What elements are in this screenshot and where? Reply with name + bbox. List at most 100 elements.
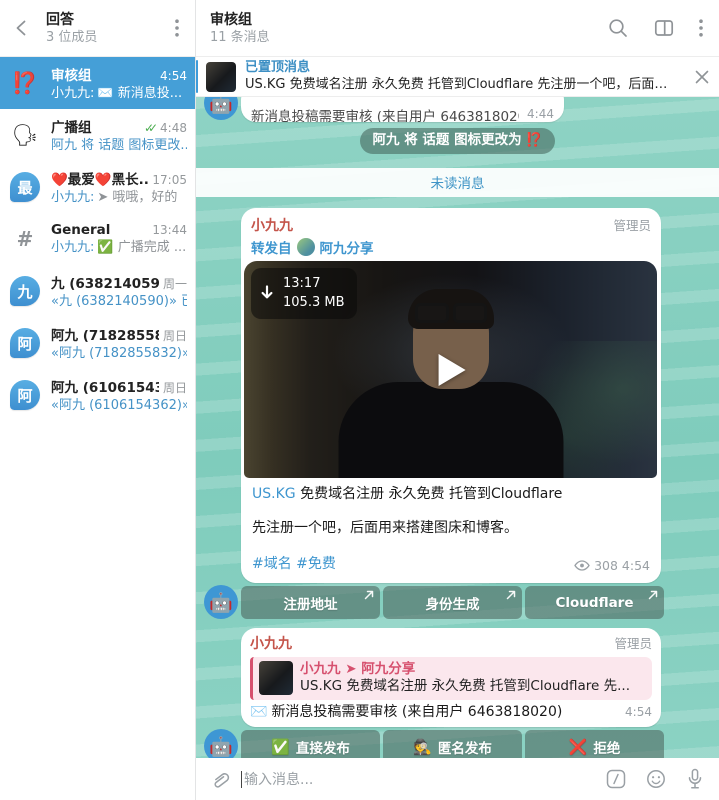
cross-emoji: ❌ [568,737,588,756]
topic-time: 13:44 [152,222,187,237]
avatar[interactable]: 🤖 [204,585,238,619]
video-person-silhouette [338,382,563,478]
sidebar-header: 回答 3 位成员 [0,0,195,57]
chat-header: 审核组 11 条消息 [196,0,719,57]
views-eye-icon [574,560,590,571]
external-link-icon [648,590,658,600]
chat-title: 审核组 [210,11,252,28]
message-bubble: 小九九 管理员 转发自 阿九分享 13:17 105.3 MB US.KG 免费… [241,208,661,583]
avatar[interactable]: 🤖 [204,97,238,120]
sender-name[interactable]: 小九九 [250,633,292,653]
topic-icon-speaking-head: 🗣 [11,122,39,147]
bot-commands-icon[interactable] [605,768,627,790]
topic-item-general[interactable]: # General 13:44 小九九: ✅ 广播完成 ... [0,213,195,265]
preview-text: «九 (6382140590)» 已创... [51,293,187,309]
close-icon[interactable] [685,69,719,85]
preview-text: «阿九 (6106154362)» 已... [51,397,187,413]
quote-thumbnail [259,661,293,695]
chat-message-count: 11 条消息 [210,29,270,45]
pinned-label: 已置顶消息 [245,60,311,75]
video-size: 105.3 MB [283,295,345,310]
preview-text: ✅ 广播完成 ... [97,239,187,255]
sidebar-menu-icon[interactable] [167,16,187,40]
group-members-count: 3 位成员 [46,29,98,45]
topic-icon-bubble: 九 [8,274,42,308]
message-group-video: 🤖 小九九 管理员 转发自 阿九分享 13:17 105.3 MB US.KG … [204,208,664,619]
button-anonymous-publish[interactable]: 🕵️ 匿名发布 [383,730,522,758]
topic-title: 阿九 (7182855832) [51,327,159,344]
button-publish[interactable]: ✅ 直接发布 [241,730,380,758]
robot-avatar-icon: 🤖 [209,591,233,614]
quote-text: US.KG 免费域名注册 永久免费 托管到Cloudflare 先... [300,678,630,694]
views-count: 308 [594,558,618,573]
main-panel: 审核组 11 条消息 已置顶消息 US.KG 免费域名注册 永久免费 托管到Cl… [196,0,719,800]
back-arrow-icon[interactable] [10,16,34,40]
inline-keyboard: ✅ 直接发布 🕵️ 匿名发布 ❌ 拒绝 [241,730,664,758]
message-text: 新消息投稿需要审核 (来自用户 6463818020) [251,109,520,122]
search-icon[interactable] [607,17,629,39]
avatar[interactable]: 🤖 [204,729,238,758]
topic-list: ⁉️ 审核组 4:54 小九九: ✉️ 新消息投... 🗣 广播组 ✓✓ 4:48 阿九… [0,57,195,800]
microphone-icon[interactable] [685,768,705,791]
reply-quote[interactable]: 小九九 ➤ 阿九分享 US.KG 免费域名注册 永久免费 托管到Cloudfla… [250,657,652,700]
sidebar-titles: 回答 3 位成员 [46,11,167,46]
topic-item-ajiu-1[interactable]: 阿 阿九 (7182855832)周日 «阿九 (7182855832)» 已.… [0,317,195,369]
button-cloudflare[interactable]: Cloudflare [525,586,664,619]
message-input[interactable]: 输入消息... [241,769,595,789]
message-group-clipped: 🤖 新消息投稿需要审核 (来自用户 6463818020) 4:44 [204,97,564,122]
inline-keyboard: 注册地址 身份生成 Cloudflare [241,586,664,619]
message-area: 🤖 新消息投稿需要审核 (来自用户 6463818020) 4:44 阿九 将 … [196,97,719,758]
preview-text: ✉️ 新消息投... [97,85,183,101]
service-message: 阿九 将 话题 图标更改为 ⁉️ [359,128,556,154]
exclamation-emoji: ⁉️ [525,132,543,148]
download-icon [261,285,273,299]
topic-icon-bubble: 最 [8,170,42,204]
domain-link[interactable]: US.KG [252,486,296,502]
message-bubble: 小九九 管理员 小九九 ➤ 阿九分享 US.KG 免费域名注册 永久免费 托管到… [241,628,661,727]
pinned-accent [196,60,198,93]
topic-title: ❤️最爱❤️黑长... [51,171,149,188]
preview-sender: 小九九: [51,239,95,255]
sidebar: 回答 3 位成员 ⁉️ 审核组 4:54 小九九: ✉️ 新消息投... 🗣 广播组… [0,0,196,800]
preview-text: «阿九 (7182855832)» 已... [51,345,187,361]
pinned-thumbnail [206,61,236,92]
topic-item-jiu[interactable]: 九 九 (6382140590)周一 «九 (6382140590)» 已创..… [0,265,195,317]
button-register-url[interactable]: 注册地址 [241,586,380,619]
button-reject[interactable]: ❌ 拒绝 [525,730,664,758]
preview-text: ➤ 哦哦，好的 [97,189,178,205]
topic-item-broadcast[interactable]: 🗣 广播组 ✓✓ 4:48 阿九 将 话题 图标更改... [0,109,195,161]
admin-badge: 管理员 [613,218,651,233]
preview-text: 阿九 将 话题 图标更改... [51,137,187,153]
chat-menu-icon[interactable] [699,19,703,37]
video-player[interactable]: 13:17 105.3 MB [244,261,657,478]
forwarded-from[interactable]: 转发自 阿九分享 [244,235,658,261]
read-ticks-icon: ✓✓ [143,120,158,135]
pinned-message-bar[interactable]: 已置顶消息 US.KG 免费域名注册 永久免费 托管到Cloudflare 先注… [196,57,719,97]
play-icon[interactable] [438,353,466,386]
robot-avatar-icon: 🤖 [209,735,233,758]
split-view-icon[interactable] [653,17,675,39]
attach-icon[interactable] [208,768,231,791]
topic-title: General [51,221,111,238]
button-identity-gen[interactable]: 身份生成 [383,586,522,619]
message-time: 4:54 [621,558,650,573]
group-title: 回答 [46,11,74,28]
quote-title: 小九九 ➤ 阿九分享 [300,661,416,677]
topic-title: 审核组 [51,67,92,84]
topic-title: 九 (6382140590) [51,275,159,292]
topic-time: 周日 [162,380,187,395]
unread-divider: 未读消息 [196,168,719,197]
video-download-badge[interactable]: 13:17 105.3 MB [251,268,358,319]
preview-sender: 小九九: [51,189,95,205]
topic-time: 17:05 [152,172,187,187]
topic-item-ajiu-2[interactable]: 阿 阿九 (6106154362)周日 «阿九 (6106154362)» 已.… [0,369,195,421]
robot-avatar-icon: 🤖 [209,97,233,115]
topic-item-favorite[interactable]: 最 ❤️最爱❤️黑长... 17:05 小九九: ➤ 哦哦，好的 [0,161,195,213]
hashtags[interactable]: #域名 #免费 [252,553,336,573]
sender-name[interactable]: 小九九 [251,215,293,235]
message-meta: 308 4:54 [574,558,650,573]
preview-sender: 小九九: [51,85,95,101]
topic-title: 广播组 [51,119,92,136]
emoji-icon[interactable] [645,768,667,790]
topic-item-review[interactable]: ⁉️ 审核组 4:54 小九九: ✉️ 新消息投... [0,57,195,109]
